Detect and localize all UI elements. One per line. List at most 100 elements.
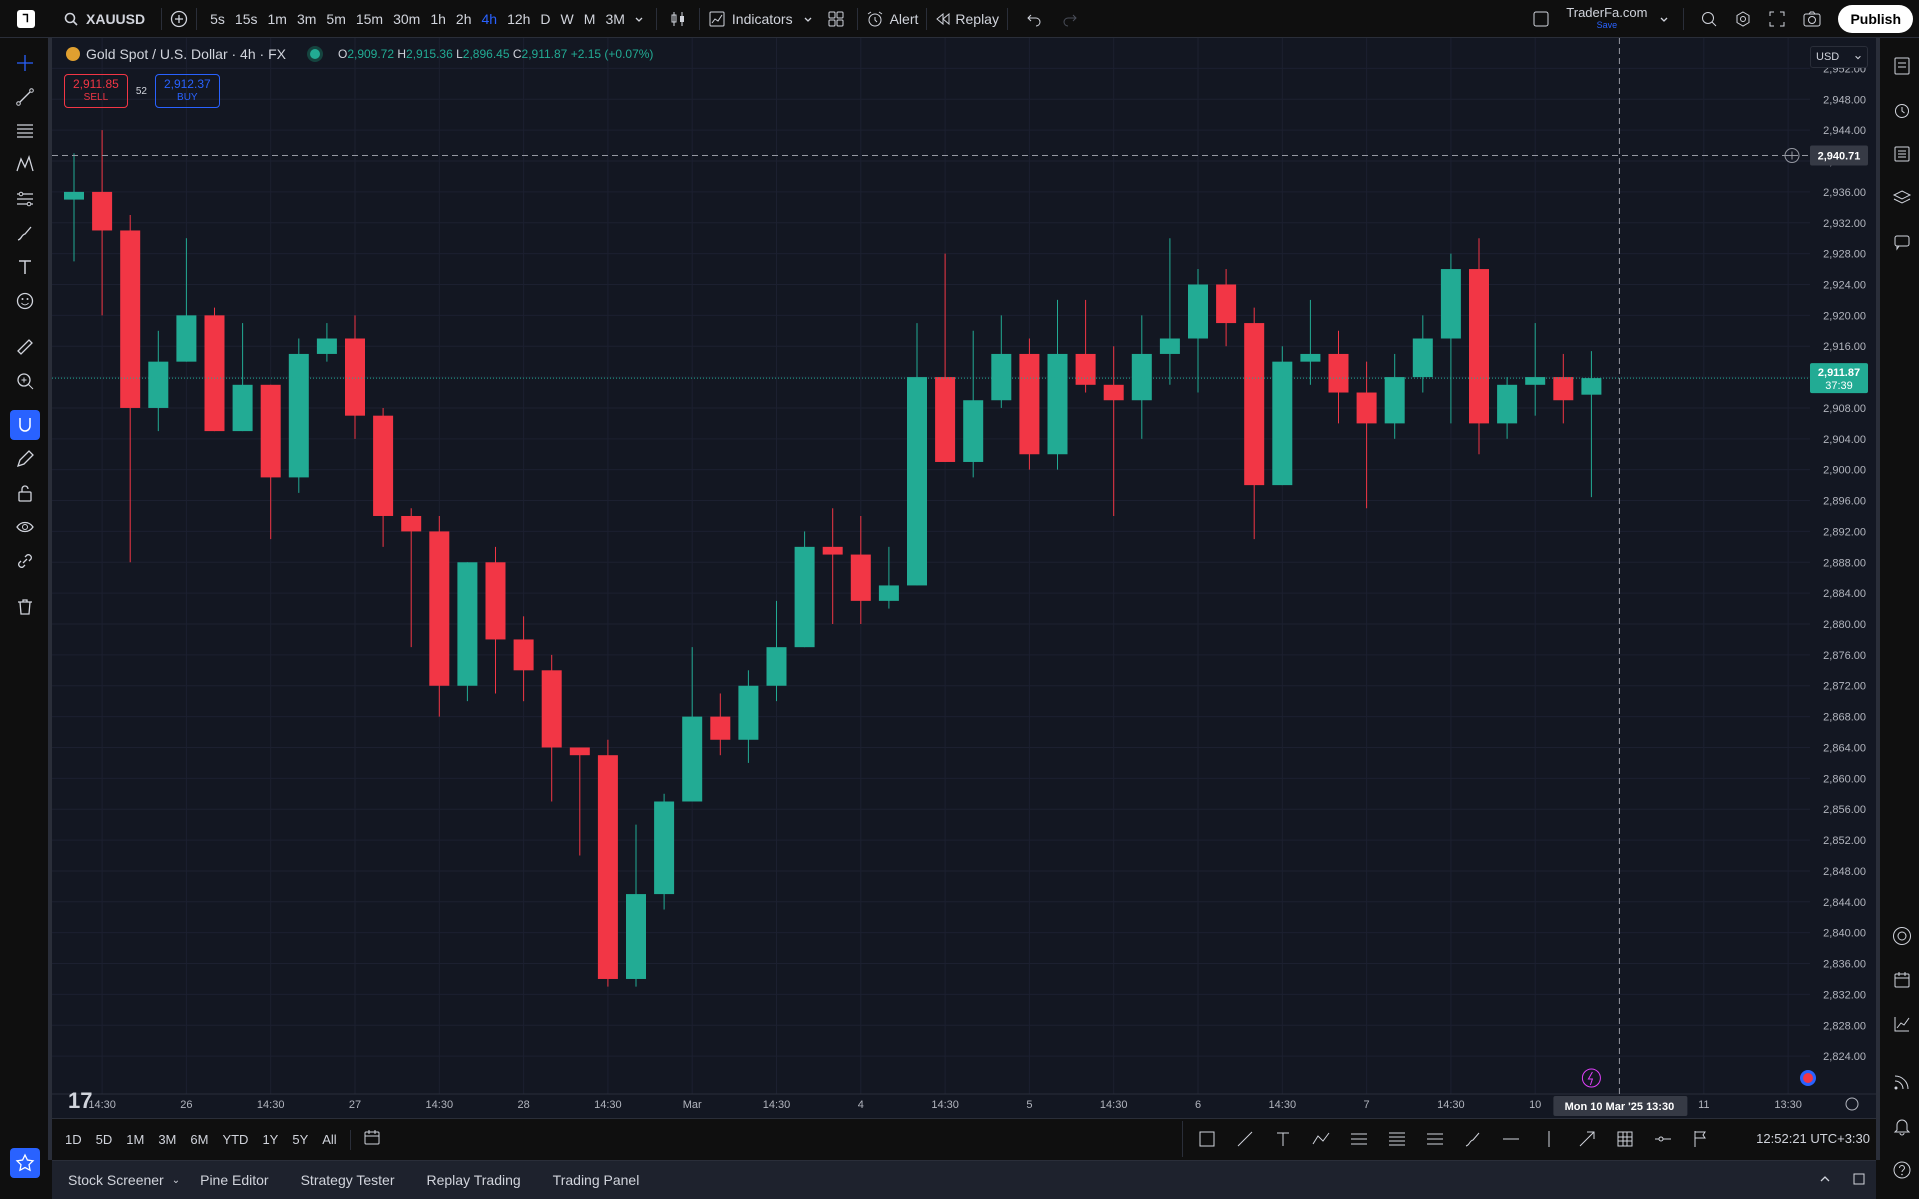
- fib-tool[interactable]: [10, 116, 40, 146]
- watchlist-button[interactable]: [1888, 52, 1916, 80]
- range-ytd[interactable]: YTD: [215, 1132, 255, 1147]
- interval-d[interactable]: D: [535, 0, 555, 38]
- replay-button[interactable]: Replay: [935, 0, 999, 38]
- emoji-tool[interactable]: [10, 286, 40, 316]
- tab-replay-trading[interactable]: Replay Trading: [411, 1172, 537, 1188]
- tab-pine-editor[interactable]: Pine Editor: [184, 1172, 284, 1188]
- indicators-dropdown[interactable]: [793, 0, 823, 38]
- interval-5s[interactable]: 5s: [205, 0, 230, 38]
- redo-button[interactable]: [1052, 0, 1088, 38]
- sell-button[interactable]: 2,911.85 SELL: [64, 74, 128, 108]
- arrow-tool[interactable]: [1569, 1121, 1605, 1157]
- horizontal-line-tool[interactable]: [1493, 1121, 1529, 1157]
- rectangle-tool[interactable]: [1189, 1121, 1225, 1157]
- interval-w[interactable]: W: [556, 0, 579, 38]
- chats-button[interactable]: [1888, 228, 1916, 256]
- ray-tool[interactable]: [1645, 1121, 1681, 1157]
- buy-button[interactable]: 2,912.37 BUY: [154, 74, 220, 108]
- trend-line-tool[interactable]: [10, 82, 40, 112]
- path-tool[interactable]: [1303, 1121, 1339, 1157]
- tradingview-logo[interactable]: ⅂: [0, 0, 52, 38]
- settings-button[interactable]: [1726, 0, 1760, 38]
- interval-1m[interactable]: 1m: [263, 0, 292, 38]
- range-5y[interactable]: 5Y: [285, 1132, 315, 1147]
- layout-name[interactable]: TraderFa.com Save: [1560, 0, 1653, 38]
- layout-dropdown[interactable]: [1653, 0, 1675, 38]
- interval-1h[interactable]: 1h: [425, 0, 451, 38]
- symbol-search[interactable]: XAUUSD: [52, 0, 153, 38]
- channel-tool[interactable]: [1341, 1121, 1377, 1157]
- text-tool-quick[interactable]: [1265, 1121, 1301, 1157]
- chevron-down-icon[interactable]: ⌄: [172, 1175, 180, 1186]
- tab-trading-panel[interactable]: Trading Panel: [537, 1172, 656, 1188]
- layers-button[interactable]: [1888, 184, 1916, 212]
- interval-m[interactable]: M: [579, 0, 601, 38]
- interval-12h[interactable]: 12h: [502, 0, 535, 38]
- hide-drawings-tool[interactable]: [10, 512, 40, 542]
- pattern-tool[interactable]: [10, 150, 40, 180]
- range-1y[interactable]: 1Y: [255, 1132, 285, 1147]
- interval-30m[interactable]: 30m: [388, 0, 425, 38]
- data-window-button[interactable]: [1888, 1010, 1916, 1038]
- interval-3m[interactable]: 3m: [292, 0, 321, 38]
- interval-15m[interactable]: 15m: [351, 0, 388, 38]
- favorites-button[interactable]: [10, 1148, 40, 1178]
- range-6m[interactable]: 6M: [183, 1132, 215, 1147]
- brush-tool[interactable]: [10, 218, 40, 248]
- interval-3m[interactable]: 3M: [600, 0, 629, 38]
- flag-tool[interactable]: [1683, 1121, 1719, 1157]
- candlestick-chart[interactable]: 2,952.002,948.002,944.002,940.002,936.00…: [52, 38, 1876, 1118]
- currency-selector[interactable]: USD: [1810, 46, 1868, 68]
- series-title[interactable]: Gold Spot / U.S. Dollar · 4h · FX: [86, 46, 286, 62]
- magnet-tool[interactable]: [10, 410, 40, 440]
- interval-dropdown[interactable]: [630, 0, 648, 38]
- interval-2h[interactable]: 2h: [451, 0, 477, 38]
- vertical-line-tool[interactable]: [1531, 1121, 1567, 1157]
- collapse-panel-button[interactable]: [1808, 1172, 1842, 1189]
- calendar-button[interactable]: [1888, 966, 1916, 994]
- chart-pane[interactable]: 2,952.002,948.002,944.002,940.002,936.00…: [52, 38, 1876, 1118]
- gann-box-tool[interactable]: [1607, 1121, 1643, 1157]
- brush-tool-quick[interactable]: [1455, 1121, 1491, 1157]
- news-button[interactable]: [1888, 1068, 1916, 1096]
- timezone-clock[interactable]: 12:52:21 UTC+3:30: [1756, 1131, 1870, 1146]
- templates-button[interactable]: [823, 0, 849, 38]
- fib-tool-quick[interactable]: [1379, 1121, 1415, 1157]
- range-5d[interactable]: 5D: [89, 1132, 120, 1147]
- chart-type-button[interactable]: [665, 0, 691, 38]
- forecasting-tool[interactable]: [10, 184, 40, 214]
- maximize-panel-button[interactable]: [1842, 1172, 1876, 1189]
- compare-button[interactable]: [170, 0, 188, 38]
- interval-15s[interactable]: 15s: [230, 0, 263, 38]
- indicators-button[interactable]: Indicators: [708, 0, 793, 38]
- tab-strategy-tester[interactable]: Strategy Tester: [285, 1172, 411, 1188]
- range-1m[interactable]: 1M: [119, 1132, 151, 1147]
- range-3m[interactable]: 3M: [151, 1132, 183, 1147]
- interval-4h[interactable]: 4h: [476, 0, 502, 38]
- tab-stock-screener[interactable]: Stock Screener: [52, 1172, 180, 1188]
- object-tree-button[interactable]: [1888, 140, 1916, 168]
- pitchfork-tool[interactable]: [1417, 1121, 1453, 1157]
- keep-drawing-tool[interactable]: [10, 444, 40, 474]
- undo-button[interactable]: [1016, 0, 1052, 38]
- publish-button[interactable]: Publish: [1838, 4, 1913, 33]
- range-all[interactable]: All: [315, 1132, 343, 1147]
- snapshot-button[interactable]: [1794, 0, 1830, 38]
- remove-drawings-tool[interactable]: [10, 592, 40, 622]
- interval-5m[interactable]: 5m: [321, 0, 350, 38]
- ruler-tool[interactable]: [10, 332, 40, 362]
- zoom-tool[interactable]: [10, 366, 40, 396]
- crosshair-tool[interactable]: [10, 48, 40, 78]
- alert-button[interactable]: Alert: [866, 0, 918, 38]
- range-1d[interactable]: 1D: [58, 1132, 89, 1147]
- layout-checkbox[interactable]: [1522, 0, 1560, 38]
- fullscreen-button[interactable]: [1760, 0, 1794, 38]
- goto-date-button[interactable]: [357, 1129, 387, 1150]
- ideas-button[interactable]: [1888, 922, 1916, 950]
- help-button[interactable]: [1888, 1156, 1916, 1184]
- sync-drawings-tool[interactable]: [10, 546, 40, 576]
- quick-search-button[interactable]: [1692, 0, 1726, 38]
- notifications-button[interactable]: [1888, 1112, 1916, 1140]
- alerts-panel-button[interactable]: [1888, 96, 1916, 124]
- lock-drawings-tool[interactable]: [10, 478, 40, 508]
